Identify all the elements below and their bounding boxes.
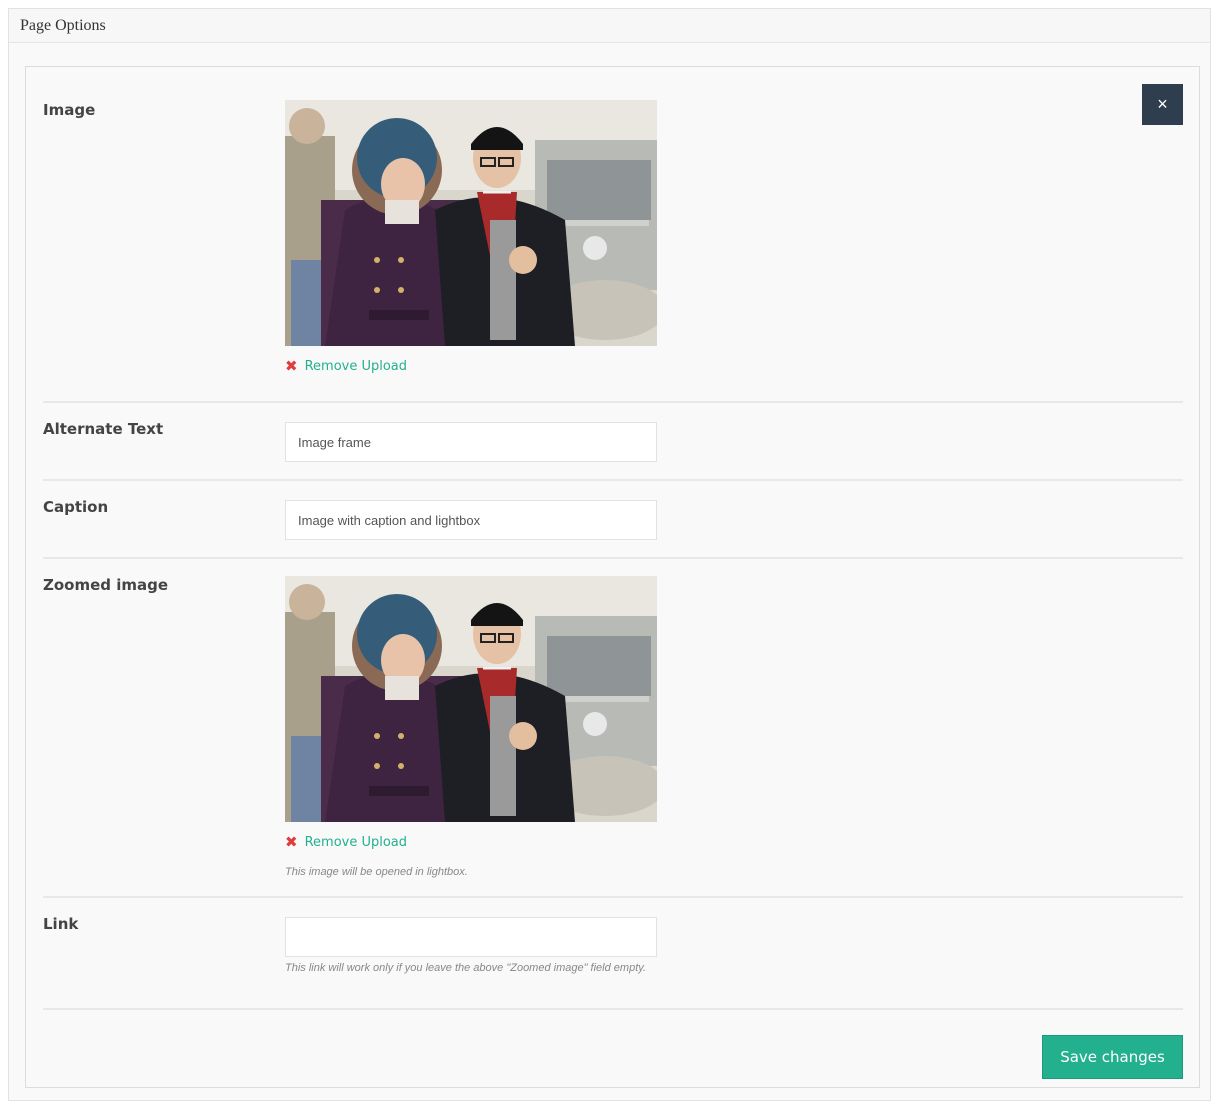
close-button[interactable]: × — [1142, 84, 1183, 125]
divider — [43, 401, 1183, 403]
divider — [43, 479, 1183, 481]
image-remove-upload[interactable]: ✖ Remove Upload — [285, 357, 407, 375]
remove-upload-link[interactable]: Remove Upload — [305, 359, 407, 374]
page-options-metabox: Page Options × Image ✖ Remove Upload Alt… — [8, 8, 1211, 1101]
remove-x-icon: ✖ — [285, 357, 298, 375]
alternate-text-label: Alternate Text — [43, 420, 164, 438]
link-help-text: This link will work only if you leave th… — [285, 962, 646, 974]
metabox-title: Page Options — [20, 17, 106, 34]
remove-upload-link[interactable]: Remove Upload — [305, 835, 407, 850]
caption-input[interactable] — [285, 500, 657, 540]
alternate-text-input[interactable] — [285, 422, 657, 462]
metabox-header[interactable]: Page Options — [9, 9, 1210, 43]
zoomed-image-thumbnail — [285, 576, 657, 822]
divider — [43, 557, 1183, 559]
save-changes-button[interactable]: Save changes — [1042, 1035, 1183, 1079]
remove-x-icon: ✖ — [285, 833, 298, 851]
image-thumbnail — [285, 100, 657, 346]
zoomed-image-preview[interactable] — [285, 576, 657, 822]
image-label: Image — [43, 101, 96, 119]
close-icon: × — [1157, 94, 1168, 114]
zoomed-image-label: Zoomed image — [43, 576, 169, 594]
caption-label: Caption — [43, 498, 109, 516]
image-preview[interactable] — [285, 100, 657, 346]
image-options-panel: × Image ✖ Remove Upload Alternate Text C… — [25, 66, 1200, 1088]
link-label: Link — [43, 915, 79, 933]
zoomed-image-help-text: This image will be opened in lightbox. — [285, 866, 468, 878]
divider — [43, 1008, 1183, 1010]
zoomed-image-remove-upload[interactable]: ✖ Remove Upload — [285, 833, 407, 851]
link-input[interactable] — [285, 917, 657, 957]
divider — [43, 896, 1183, 898]
